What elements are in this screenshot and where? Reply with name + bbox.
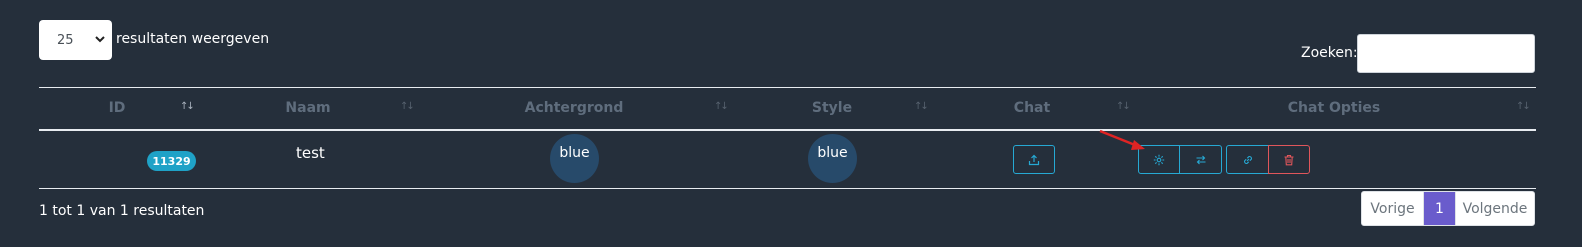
upload-icon	[1028, 154, 1040, 165]
chat-open-button[interactable]	[1013, 145, 1055, 174]
search-input[interactable]	[1357, 34, 1535, 73]
column-header-id[interactable]: ID	[109, 100, 126, 116]
sort-icon[interactable]: ↑↓	[714, 101, 729, 112]
name-cell: test	[296, 144, 325, 162]
background-swatch: blue	[550, 134, 599, 183]
table-top-border	[39, 87, 1536, 88]
table-bottom-border	[39, 188, 1536, 189]
link-icon	[1243, 155, 1252, 164]
pagination-next[interactable]: Volgende	[1455, 192, 1534, 225]
table-header-border	[39, 129, 1536, 131]
pagination: Vorige 1 Volgende	[1361, 191, 1535, 226]
id-badge: 11329	[147, 151, 196, 171]
trash-icon	[1284, 154, 1294, 165]
swap-icon	[1196, 155, 1205, 164]
sort-asc-icon[interactable]: ↑↓	[180, 101, 195, 112]
page-length-label: resultaten weergeven	[116, 31, 270, 47]
chat-swap-button[interactable]	[1179, 145, 1222, 174]
chevron-down-icon	[95, 36, 105, 43]
column-header-style[interactable]: Style	[812, 100, 852, 116]
search-label: Zoeken:	[1301, 45, 1358, 61]
style-label: blue	[817, 145, 848, 161]
gear-icon	[1153, 154, 1165, 165]
sort-icon[interactable]: ↑↓	[1516, 101, 1531, 112]
pagination-page-1[interactable]: 1	[1424, 192, 1455, 225]
chat-link-button[interactable]	[1226, 145, 1269, 174]
column-header-chat-opties[interactable]: Chat Opties	[1288, 100, 1381, 116]
style-swatch: blue	[808, 134, 857, 183]
sort-icon[interactable]: ↑↓	[400, 101, 415, 112]
sort-icon[interactable]: ↑↓	[914, 101, 929, 112]
page-length-select[interactable]: 25	[39, 20, 112, 60]
background-label: blue	[559, 145, 590, 161]
pagination-previous[interactable]: Vorige	[1362, 192, 1424, 225]
sort-icon[interactable]: ↑↓	[1116, 101, 1131, 112]
column-header-achtergrond[interactable]: Achtergrond	[525, 100, 624, 116]
chat-delete-button[interactable]	[1268, 145, 1310, 174]
annotation-arrow-icon	[1099, 129, 1145, 150]
page-length-value: 25	[57, 32, 74, 48]
results-info: 1 tot 1 van 1 resultaten	[39, 203, 205, 219]
column-header-naam[interactable]: Naam	[285, 100, 330, 116]
column-header-chat[interactable]: Chat	[1014, 100, 1050, 116]
